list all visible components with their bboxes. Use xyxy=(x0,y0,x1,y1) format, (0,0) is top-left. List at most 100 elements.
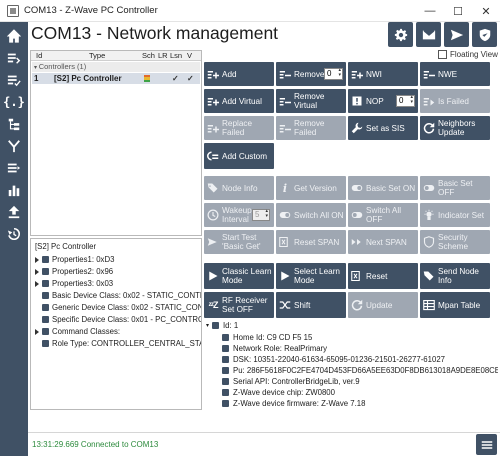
info-line: Z-Wave device firmware: Z-Wave 7.18 xyxy=(222,398,365,409)
is-failed-button[interactable]: Is Failed xyxy=(420,89,490,113)
bulb-icon xyxy=(422,208,436,222)
indicator-set-button[interactable]: Indicator Set xyxy=(420,203,490,227)
minimize-button[interactable]: — xyxy=(416,0,444,22)
send-node-info-button[interactable]: Send Node Info xyxy=(420,263,490,289)
security-scheme-button[interactable]: Security Scheme xyxy=(420,230,490,254)
add-custom-button[interactable]: Add Custom xyxy=(204,143,274,169)
col-lr[interactable]: LR xyxy=(158,51,168,61)
app-icon xyxy=(7,4,19,17)
info-tag-icon xyxy=(422,269,436,283)
get-version-button[interactable]: i Get Version xyxy=(276,176,346,200)
table-row[interactable]: 1 [S2] Pc Controller ✓ ✓ xyxy=(32,73,200,84)
send-icon xyxy=(450,29,463,40)
left-nav: {.} xyxy=(0,22,28,456)
topology-icon[interactable] xyxy=(4,136,24,156)
toggle-on-icon xyxy=(350,181,364,195)
wrench-icon xyxy=(350,121,364,135)
window-title: COM13 - Z-Wave PC Controller xyxy=(24,5,158,16)
node-info-button[interactable]: Node Info xyxy=(204,176,274,200)
col-v[interactable]: V xyxy=(187,51,192,61)
col-lsn[interactable]: Lsn xyxy=(170,51,182,61)
add-virtual-button[interactable]: Add Virtual xyxy=(204,89,274,113)
nop-count-stepper[interactable]: 0 xyxy=(396,95,415,107)
network-list-icon[interactable] xyxy=(4,48,24,68)
queue-icon[interactable] xyxy=(4,158,24,178)
property-icon xyxy=(222,400,229,407)
basic-set-off-button[interactable]: Basic Set OFF xyxy=(420,176,490,200)
shift-button[interactable]: Shift xyxy=(276,292,346,318)
sleep-icon: ᶻᶻZ xyxy=(208,299,218,310)
replace-failed-button[interactable]: Replace Failed xyxy=(204,116,274,140)
reset-span-button[interactable]: Reset SPAN xyxy=(276,230,346,254)
switch-all-off-button[interactable]: Switch All OFF xyxy=(348,203,418,227)
property-item[interactable]: Properties3: 0x03 xyxy=(31,278,113,289)
property-item: Generic Device Class: 0x02 - STATIC_CONT… xyxy=(31,302,201,313)
neighbors-update-button[interactable]: Neighbors Update xyxy=(420,116,490,140)
col-type[interactable]: Type xyxy=(89,51,105,61)
add-button[interactable]: Add xyxy=(204,62,274,86)
property-icon xyxy=(222,367,229,374)
basic-set-on-button[interactable]: Basic Set ON xyxy=(348,176,418,200)
list-check-icon[interactable] xyxy=(4,70,24,90)
menu-button[interactable] xyxy=(476,434,497,455)
remove-failed-button[interactable]: Remove Failed xyxy=(276,116,346,140)
settings-button[interactable] xyxy=(388,22,413,47)
property-icon xyxy=(42,280,49,287)
history-icon[interactable] xyxy=(4,224,24,244)
refresh-icon xyxy=(350,298,364,312)
info-root[interactable]: ▾ Id: 1 xyxy=(206,320,238,331)
status-text: 13:31:29.669 Connected to COM13 xyxy=(32,440,159,449)
header-buttons xyxy=(388,22,497,47)
reset-x-icon xyxy=(350,269,364,283)
mail-button[interactable] xyxy=(416,22,441,47)
next-span-button[interactable]: Next SPAN xyxy=(348,230,418,254)
info-line: Home Id: C9 CD F5 15 xyxy=(222,332,312,343)
property-icon xyxy=(42,292,49,299)
select-learn-mode-button[interactable]: Select Learn Mode xyxy=(276,263,346,289)
row-lsn: ✓ xyxy=(172,74,179,83)
property-item[interactable]: Command Classes: xyxy=(31,326,120,337)
property-item[interactable]: Properties2: 0x96 xyxy=(31,266,113,277)
statistics-icon[interactable] xyxy=(4,180,24,200)
classic-learn-mode-button[interactable]: Classic Learn Mode xyxy=(204,263,274,289)
col-id[interactable]: Id xyxy=(36,51,42,61)
wakeup-interval-stepper[interactable]: 5 xyxy=(252,209,270,221)
property-icon xyxy=(222,378,229,385)
command-class-icon[interactable]: {.} xyxy=(3,92,25,112)
tags-icon xyxy=(206,181,220,195)
checkbox-icon xyxy=(438,50,447,59)
nwi-button[interactable]: NWI xyxy=(348,62,418,86)
upload-icon[interactable] xyxy=(4,202,24,222)
send-button[interactable] xyxy=(444,22,469,47)
play-icon xyxy=(206,269,220,283)
clock-icon xyxy=(206,208,220,222)
set-as-sis-button[interactable]: Set as SIS xyxy=(348,116,418,140)
update-button[interactable]: Update xyxy=(348,292,418,318)
remove-list-icon xyxy=(278,67,292,81)
remove-virtual-button[interactable]: Remove Virtual xyxy=(276,89,346,113)
info-line: Network Role: RealPrimary xyxy=(222,343,327,354)
home-icon[interactable] xyxy=(4,26,24,46)
security-button[interactable] xyxy=(472,22,497,47)
rf-receiver-off-button[interactable]: ᶻᶻZ RF Receiver Set OFF xyxy=(204,292,274,318)
property-item: Basic Device Class: 0x02 - STATIC_CONTRO xyxy=(31,290,201,301)
group-header[interactable]: ▾ Controllers (1) xyxy=(32,62,200,72)
start-test-button[interactable]: Start Test 'Basic Get' xyxy=(204,230,274,254)
property-item[interactable]: Properties1: 0xD3 xyxy=(31,254,114,265)
reset-button[interactable]: Reset xyxy=(348,263,418,289)
close-button[interactable]: ✕ xyxy=(472,0,500,22)
floating-view-checkbox[interactable]: Floating View xyxy=(438,50,498,59)
mpan-table-button[interactable]: Mpan Table xyxy=(420,292,490,318)
row-v: ✓ xyxy=(187,74,194,83)
col-sch[interactable]: Sch xyxy=(142,51,155,61)
gear-icon xyxy=(394,28,407,41)
tree-icon[interactable] xyxy=(4,114,24,134)
remove-count-stepper[interactable]: 0 xyxy=(324,68,343,80)
nwe-button[interactable]: NWE xyxy=(420,62,490,86)
maximize-button[interactable]: ☐ xyxy=(444,0,472,22)
add-list-icon xyxy=(350,67,364,81)
switch-all-on-button[interactable]: Switch All ON xyxy=(276,203,346,227)
list-arrow-icon xyxy=(422,94,436,108)
property-icon xyxy=(42,328,49,335)
title-bar: COM13 - Z-Wave PC Controller — ☐ ✕ xyxy=(0,0,500,22)
